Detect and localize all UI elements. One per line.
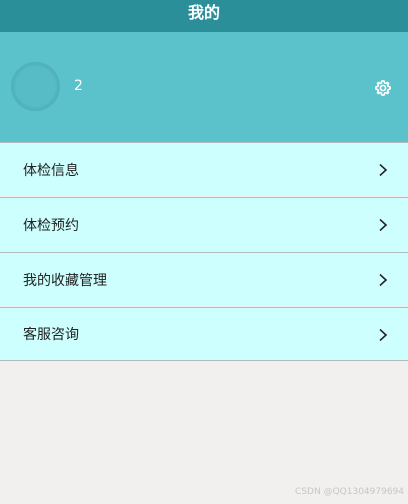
menu-item-label: 体检信息	[23, 162, 79, 179]
menu-item-label: 我的收藏管理	[23, 272, 107, 289]
menu-item-label: 体检预约	[23, 217, 79, 234]
page-title: 我的	[187, 3, 220, 22]
top-bar: 我的	[0, 0, 408, 32]
menu-item-favorites[interactable]: 我的收藏管理	[0, 252, 408, 306]
chevron-right-icon	[379, 328, 388, 342]
profile-header: 2	[0, 32, 408, 142]
username: 2	[74, 78, 83, 94]
chevron-right-icon	[379, 163, 388, 177]
menu-item-customer-service[interactable]: 客服咨询	[0, 307, 408, 361]
chevron-right-icon	[379, 273, 388, 287]
gear-icon[interactable]	[374, 79, 392, 97]
page: 我的 2 体检信息 体检预约 我的收藏管理 客服咨询 CSDN @QQ13049…	[0, 0, 408, 504]
watermark: CSDN @QQ1304979694	[295, 487, 404, 497]
chevron-right-icon	[379, 218, 388, 232]
menu-item-label: 客服咨询	[23, 327, 79, 343]
avatar[interactable]	[11, 62, 60, 111]
menu-item-checkup-booking[interactable]: 体检预约	[0, 197, 408, 251]
menu-item-checkup-info[interactable]: 体检信息	[0, 142, 408, 196]
